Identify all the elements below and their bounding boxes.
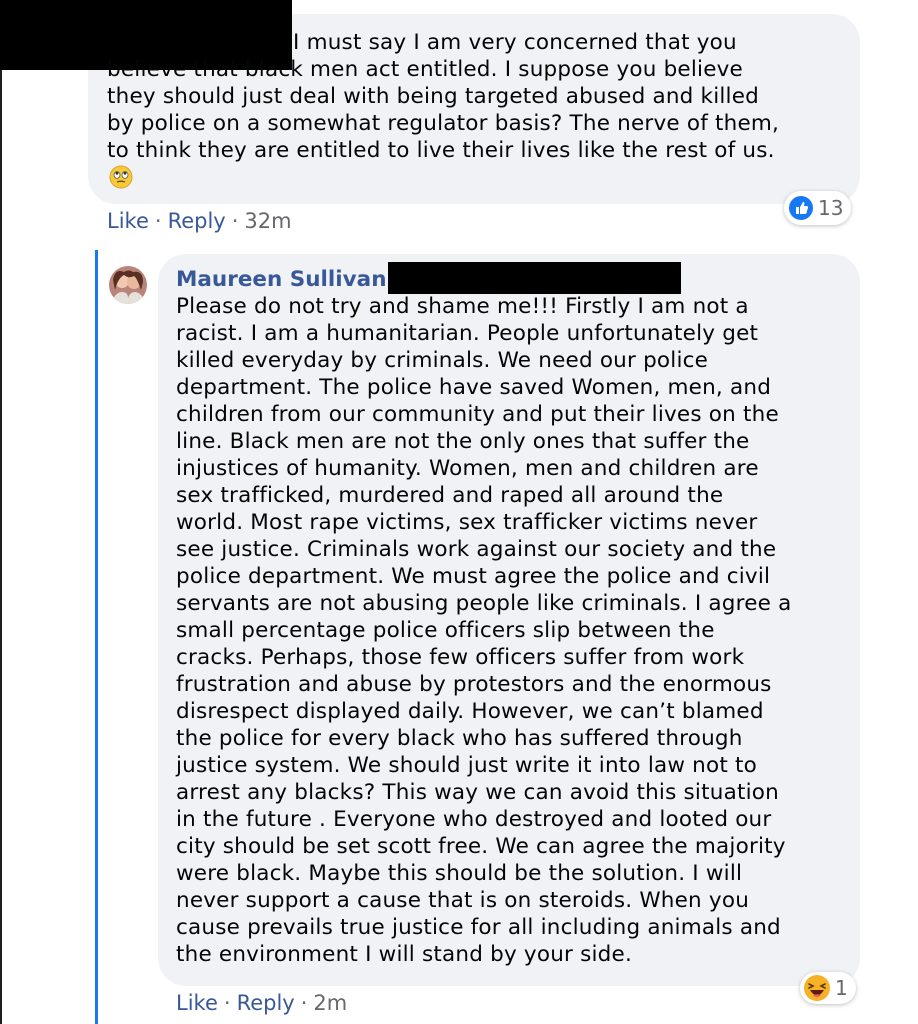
timestamp[interactable]: 32m <box>244 209 291 233</box>
reaction-count-badge[interactable]: 1 <box>800 972 856 1004</box>
rolling-eyes-emoji <box>109 165 133 189</box>
reply-text: Please do not try and shame me!!! Firstl… <box>176 294 792 967</box>
avatar[interactable] <box>109 266 147 304</box>
haha-laughing-emoji <box>803 974 831 1002</box>
reply-thread-line <box>95 250 98 1024</box>
separator: · <box>223 991 231 1015</box>
like-link[interactable]: Like <box>176 991 218 1015</box>
reaction-count: 1 <box>835 976 848 1000</box>
reaction-count: 13 <box>818 196 844 220</box>
window-left-edge <box>0 0 2 1024</box>
separator: · <box>154 209 162 233</box>
comment-actions: Like · Reply · 32m <box>107 208 292 234</box>
timestamp[interactable]: 2m <box>313 991 347 1015</box>
comment-author-name[interactable]: Maureen Sullivan <box>176 266 387 293</box>
reply-actions: Like · Reply · 2m <box>176 990 347 1016</box>
comment-text: I must say I am very concerned that you … <box>107 30 780 163</box>
reply-link[interactable]: Reply <box>237 991 295 1015</box>
reply-link[interactable]: Reply <box>168 209 226 233</box>
redacted-tag <box>388 262 681 294</box>
like-thumb-icon <box>788 195 814 221</box>
separator: · <box>231 209 239 233</box>
reaction-count-badge[interactable]: 13 <box>784 191 852 225</box>
separator: · <box>300 991 308 1015</box>
like-link[interactable]: Like <box>107 209 149 233</box>
